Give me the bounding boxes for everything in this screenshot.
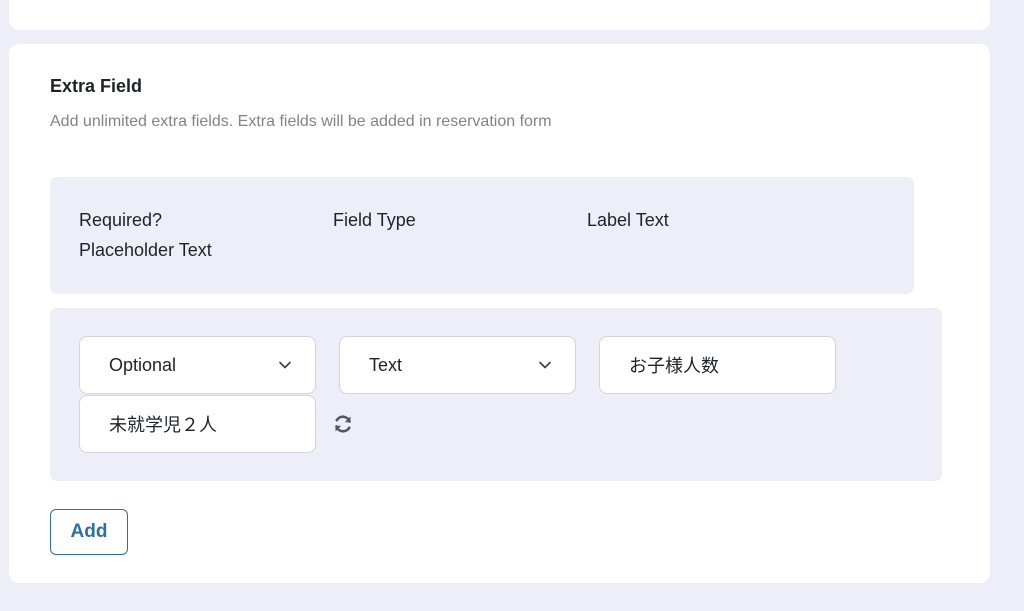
label-text-input[interactable]: お子様人数 [599, 336, 836, 394]
required-select[interactable]: Optional [79, 336, 316, 394]
chevron-down-icon [539, 361, 551, 369]
field-type-select[interactable]: Text [339, 336, 576, 394]
field-type-select-value: Text [369, 354, 403, 375]
previous-settings-card [9, 0, 990, 30]
label-text-value: お子様人数 [629, 356, 719, 376]
refresh-icon[interactable] [331, 412, 355, 436]
placeholder-text-value: 未就学児２人 [109, 415, 217, 435]
extra-field-header-row: Required? Field Type Label Text Placehol… [50, 177, 914, 294]
column-header-label-text: Label Text [587, 210, 669, 230]
required-select-value: Optional [109, 354, 177, 375]
column-header-placeholder-text: Placeholder Text [79, 240, 212, 260]
column-header-field-type: Field Type [333, 210, 416, 230]
add-field-button[interactable]: Add [50, 509, 128, 555]
section-description: Add unlimited extra fields. Extra fields… [50, 113, 552, 130]
placeholder-text-input[interactable]: 未就学児２人 [79, 395, 316, 453]
column-header-required: Required? [79, 210, 163, 230]
section-title: Extra Field [50, 76, 143, 96]
chevron-down-icon [279, 361, 291, 369]
extra-field-row: Optional Text お子様人数 未就学児２人 [50, 308, 942, 481]
extra-field-card: Extra Field Add unlimited extra fields. … [9, 44, 990, 583]
